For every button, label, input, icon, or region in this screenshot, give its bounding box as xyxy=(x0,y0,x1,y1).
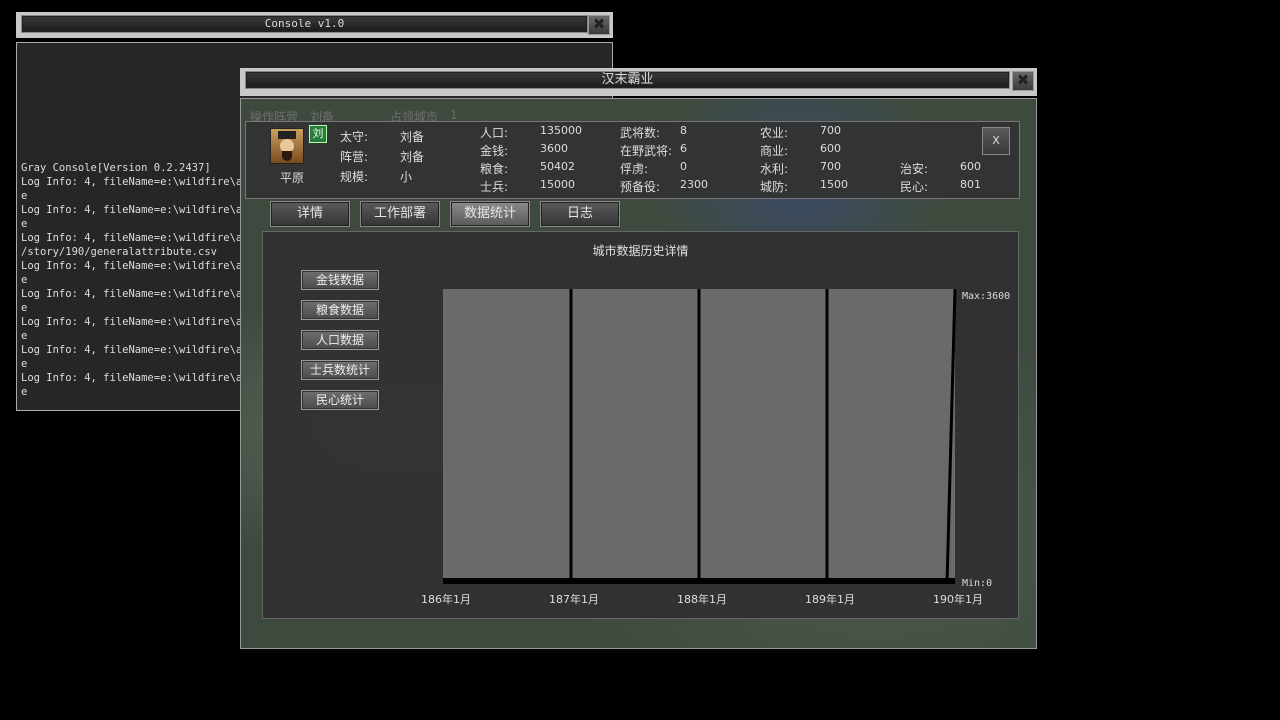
defense-label: 城防: xyxy=(760,180,789,194)
agriculture-value: 700 xyxy=(820,124,841,137)
city-info-panel: 刘 平原 太守: 刘备 阵营: 刘备 规模: 小 人口: 135000 金钱: … xyxy=(245,121,1020,199)
irrigation-label: 水利: xyxy=(760,162,789,176)
defense-value: 1500 xyxy=(820,178,848,191)
loyalty-label: 民心: xyxy=(900,180,929,194)
soldiers-label: 士兵: xyxy=(480,180,509,194)
console-log-line: Log Info: 4, fileName=e:\wildfire\app xyxy=(21,288,255,300)
order-value: 600 xyxy=(960,160,981,173)
generals-label: 武将数: xyxy=(620,126,661,140)
food-data-button[interactable]: 粮食数据 xyxy=(301,300,379,320)
order-label: 治安: xyxy=(900,162,929,176)
console-log: Gray Console[Version 0.2.2437] Log Info: … xyxy=(21,161,255,399)
console-log-line: Log Info: 4, fileName=e:\wildfire\app xyxy=(21,316,255,328)
console-close-icon[interactable]: ✖ xyxy=(588,15,610,35)
population-label: 人口: xyxy=(480,126,509,140)
governor-value: 刘备 xyxy=(400,130,425,144)
panel-title: 城市数据历史详情 xyxy=(592,244,689,258)
irrigation-value: 700 xyxy=(820,160,841,173)
money-data-button[interactable]: 金钱数据 xyxy=(301,270,379,290)
console-log-line: e xyxy=(21,330,28,342)
agriculture-label: 农业: xyxy=(760,126,789,140)
history-chart: 186年1月 187年1月 188年1月 189年1月 190年1月 Max:3600 Mi… xyxy=(421,288,1010,606)
console-title-bar[interactable]: Console v1.0 xyxy=(21,15,588,33)
console-log-line: Log Info: 4, fileName=e:\wildfire\app xyxy=(21,344,255,356)
camp-field-label: 阵营: xyxy=(340,150,369,164)
x-tick-label: 188年1月 xyxy=(677,592,727,606)
x-tick-label: 187年1月 xyxy=(549,592,599,606)
city-name: 平原 xyxy=(280,171,305,185)
loyalty-stats-button[interactable]: 民心统计 xyxy=(301,390,379,410)
console-log-line: e xyxy=(21,190,28,202)
game-window: 汉末霸业 ✖ 操作阵营 刘备 占领城市 1 刘 平原 太守: 刘备 阵营: 刘备… xyxy=(240,68,1037,649)
food-label: 粮食: xyxy=(480,162,509,176)
occupied-count: 1 xyxy=(450,108,458,122)
game-title-bar[interactable]: 汉末霸业 xyxy=(245,71,1010,89)
x-tick-label: 186年1月 xyxy=(421,592,471,606)
generals-value: 8 xyxy=(680,124,687,137)
portrait-hat xyxy=(278,131,296,139)
food-value: 50402 xyxy=(540,160,575,173)
tab-statistics[interactable]: 数据统计 xyxy=(450,201,530,227)
tab-details[interactable]: 详情 xyxy=(270,201,350,227)
tab-work-deployment[interactable]: 工作部署 xyxy=(360,201,440,227)
population-data-button[interactable]: 人口数据 xyxy=(301,330,379,350)
min-label: Min:0 xyxy=(962,578,992,589)
commerce-value: 600 xyxy=(820,142,841,155)
population-value: 135000 xyxy=(540,124,582,137)
camp-field-value: 刘备 xyxy=(400,150,425,164)
commerce-label: 商业: xyxy=(760,144,789,158)
free-generals-label: 在野武将: xyxy=(620,144,673,158)
console-log-line: Log Info: 4, fileName=e:\wildfire\app xyxy=(21,232,255,244)
console-log-line: Log Info: 4, fileName=e:\wildfire\app xyxy=(21,260,255,272)
scale-value: 小 xyxy=(400,170,413,184)
governor-portrait[interactable] xyxy=(270,128,304,164)
console-log-line: Log Info: 4, fileName=e:\wildfire\app xyxy=(21,176,255,188)
console-log-line: e xyxy=(21,274,28,286)
portrait-beard xyxy=(282,151,292,161)
console-log-line: e xyxy=(21,358,28,370)
reserves-label: 预备役: xyxy=(620,180,661,194)
loyalty-value: 801 xyxy=(960,178,981,191)
console-log-line: e xyxy=(21,218,28,230)
scale-label: 规模: xyxy=(340,170,369,184)
tab-log[interactable]: 日志 xyxy=(540,201,620,227)
soldiers-value: 15000 xyxy=(540,178,575,191)
statistics-panel: 城市数据历史详情 金钱数据 粮食数据 人口数据 士兵数统计 民心统计 186年1… xyxy=(262,231,1019,619)
console-log-line: e xyxy=(21,386,28,398)
governor-label: 太守: xyxy=(340,130,369,144)
free-generals-value: 6 xyxy=(680,142,687,155)
console-log-line: Log Info: 4, fileName=e:\wildfire\app xyxy=(21,204,255,216)
max-label: Max:3600 xyxy=(962,291,1010,302)
console-log-line: /story/190/generalattribute.csv xyxy=(21,246,217,258)
money-label: 金钱: xyxy=(480,144,509,158)
x-tick-label: 189年1月 xyxy=(805,592,855,606)
soldier-stats-button[interactable]: 士兵数统计 xyxy=(301,360,379,380)
console-log-line: Log Info: 4, fileName=e:\wildfire\app xyxy=(21,372,255,384)
x-tick-label: 190年1月 xyxy=(933,592,983,606)
console-log-line: Gray Console[Version 0.2.2437] xyxy=(21,162,211,174)
prisoners-value: 0 xyxy=(680,160,687,173)
map-background: 操作阵营 刘备 占领城市 1 刘 平原 太守: 刘备 阵营: 刘备 规模: 小 … xyxy=(240,98,1037,649)
info-close-button[interactable]: X xyxy=(982,127,1010,155)
console-log-line: e xyxy=(21,302,28,314)
prisoners-label: 俘虏: xyxy=(620,162,649,176)
game-close-icon[interactable]: ✖ xyxy=(1012,71,1034,91)
faction-shield-icon: 刘 xyxy=(309,125,327,143)
reserves-value: 2300 xyxy=(680,178,708,191)
money-value: 3600 xyxy=(540,142,568,155)
